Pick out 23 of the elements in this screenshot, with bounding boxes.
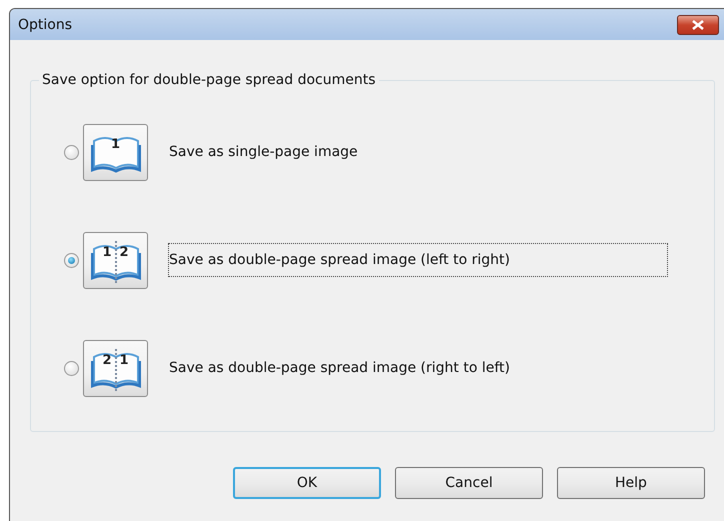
page-number: 2 bbox=[102, 352, 112, 368]
book-button[interactable]: 1 2 bbox=[83, 232, 148, 288]
radio-button[interactable] bbox=[64, 144, 79, 160]
radio-button[interactable] bbox=[64, 360, 79, 376]
window-title: Options bbox=[18, 16, 74, 32]
close-icon bbox=[691, 20, 705, 30]
close-button[interactable] bbox=[677, 14, 719, 34]
dialog-button[interactable]: Cancel bbox=[395, 467, 543, 499]
group-title: Save option for double-page spread documents bbox=[41, 72, 377, 88]
dialog-button[interactable]: Help bbox=[557, 467, 705, 499]
dialog-button[interactable]: OK bbox=[233, 467, 381, 499]
open-book-icon bbox=[91, 346, 141, 390]
page-number: 1 bbox=[110, 136, 120, 152]
book-button[interactable]: 2 1 bbox=[83, 340, 148, 396]
option-label[interactable]: Save as double-page spread image (left to right) bbox=[168, 243, 668, 277]
page-number: 2 bbox=[120, 244, 129, 260]
page-number: 1 bbox=[120, 352, 129, 368]
book-button[interactable]: 1 bbox=[83, 124, 148, 180]
open-book-icon bbox=[91, 238, 141, 282]
option-label[interactable]: Save as double-page spread image (right to left) bbox=[168, 351, 668, 385]
radio-button[interactable] bbox=[64, 252, 79, 268]
page-number: 1 bbox=[102, 244, 112, 260]
option-label[interactable]: Save as single-page image bbox=[168, 135, 668, 169]
